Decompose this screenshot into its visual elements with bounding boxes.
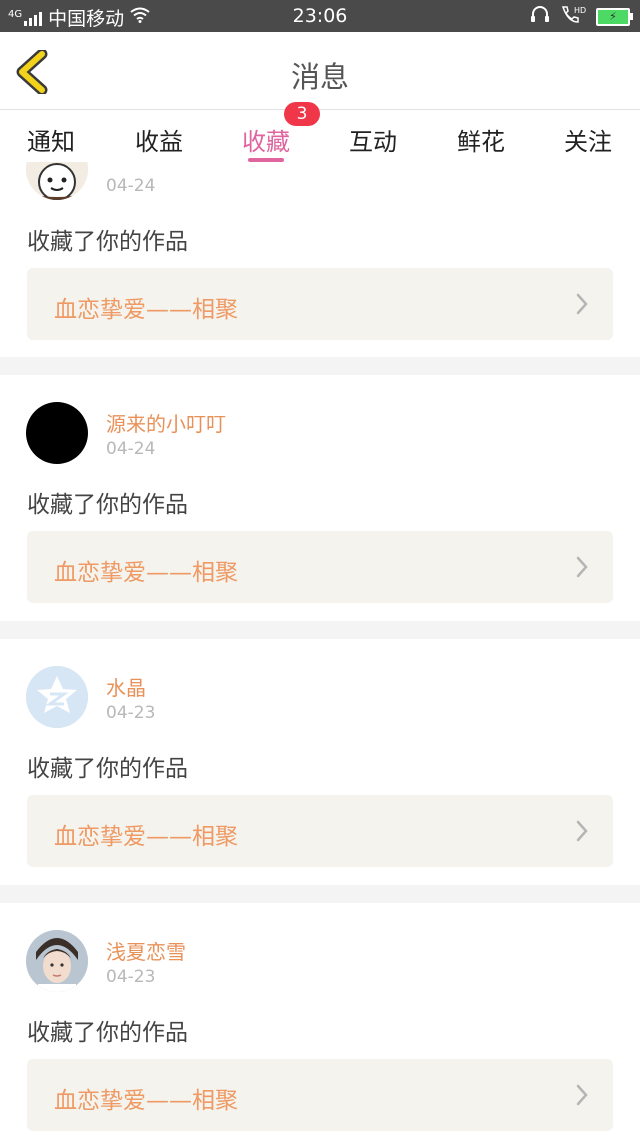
status-bar: 4G 中国移动 23:06 HD ⚡ bbox=[0, 0, 640, 32]
work-link[interactable]: 血恋挚爱——相聚 bbox=[27, 268, 613, 340]
divider bbox=[0, 357, 640, 375]
work-link[interactable]: 血恋挚爱——相聚 bbox=[27, 531, 613, 603]
header: 消息 bbox=[0, 32, 640, 110]
list-item: 04-24 收藏了你的作品 血恋挚爱——相聚 bbox=[0, 162, 640, 357]
hd-call-icon: HD bbox=[560, 5, 586, 28]
divider bbox=[0, 885, 640, 903]
chevron-right-icon bbox=[576, 1084, 588, 1106]
username[interactable]: 源来的小叮叮 bbox=[106, 408, 226, 437]
date: 04-24 bbox=[106, 439, 156, 459]
date: 04-23 bbox=[106, 967, 156, 987]
work-link[interactable]: 血恋挚爱——相聚 bbox=[27, 795, 613, 867]
username[interactable]: 浅夏恋雪 bbox=[106, 936, 186, 965]
avatar[interactable] bbox=[26, 162, 88, 200]
page-title: 消息 bbox=[290, 60, 349, 94]
avatar[interactable] bbox=[26, 402, 88, 464]
avatar[interactable] bbox=[26, 930, 88, 992]
date: 04-24 bbox=[106, 176, 156, 196]
tab-favorites[interactable]: 收藏 bbox=[226, 122, 306, 157]
work-title: 血恋挚爱——相聚 bbox=[54, 297, 238, 323]
avatar[interactable] bbox=[26, 666, 88, 728]
tab-flowers[interactable]: 鲜花 bbox=[441, 122, 521, 157]
work-link[interactable]: 血恋挚爱——相聚 bbox=[27, 1059, 613, 1131]
list-item: 源来的小叮叮 04-24 收藏了你的作品 血恋挚爱——相聚 bbox=[0, 375, 640, 621]
message-list: 04-24 收藏了你的作品 血恋挚爱——相聚 源来的小叮叮 04-24 收藏了你… bbox=[0, 162, 640, 1138]
work-title: 血恋挚爱——相聚 bbox=[54, 560, 238, 586]
default-avatar-icon bbox=[26, 666, 88, 728]
work-title: 血恋挚爱——相聚 bbox=[54, 1088, 238, 1114]
chevron-right-icon bbox=[576, 293, 588, 315]
work-title: 血恋挚爱——相聚 bbox=[54, 824, 238, 850]
username[interactable]: 水晶 bbox=[106, 672, 146, 701]
action-text: 收藏了你的作品 bbox=[27, 1020, 188, 1046]
tab-notifications[interactable]: 通知 bbox=[11, 122, 91, 157]
action-text: 收藏了你的作品 bbox=[27, 229, 188, 255]
action-text: 收藏了你的作品 bbox=[27, 756, 188, 782]
tab-interactions[interactable]: 互动 bbox=[333, 122, 413, 157]
list-item: 水晶 04-23 收藏了你的作品 血恋挚爱——相聚 bbox=[0, 639, 640, 885]
date: 04-23 bbox=[106, 703, 156, 723]
favorites-badge: 3 bbox=[284, 102, 320, 126]
battery-icon: ⚡ bbox=[596, 7, 633, 26]
list-item: 浅夏恋雪 04-23 收藏了你的作品 血恋挚爱——相聚 bbox=[0, 903, 640, 1138]
action-text: 收藏了你的作品 bbox=[27, 492, 188, 518]
chevron-right-icon bbox=[576, 820, 588, 842]
divider bbox=[0, 621, 640, 639]
chevron-right-icon bbox=[576, 556, 588, 578]
status-right: HD ⚡ bbox=[530, 5, 633, 28]
svg-text:HD: HD bbox=[574, 6, 586, 15]
tab-earnings[interactable]: 收益 bbox=[119, 122, 199, 157]
headphone-icon bbox=[530, 5, 550, 28]
tab-follows[interactable]: 关注 bbox=[548, 122, 628, 157]
tab-bar: 通知 收益 收藏 互动 鲜花 关注 bbox=[0, 110, 640, 162]
